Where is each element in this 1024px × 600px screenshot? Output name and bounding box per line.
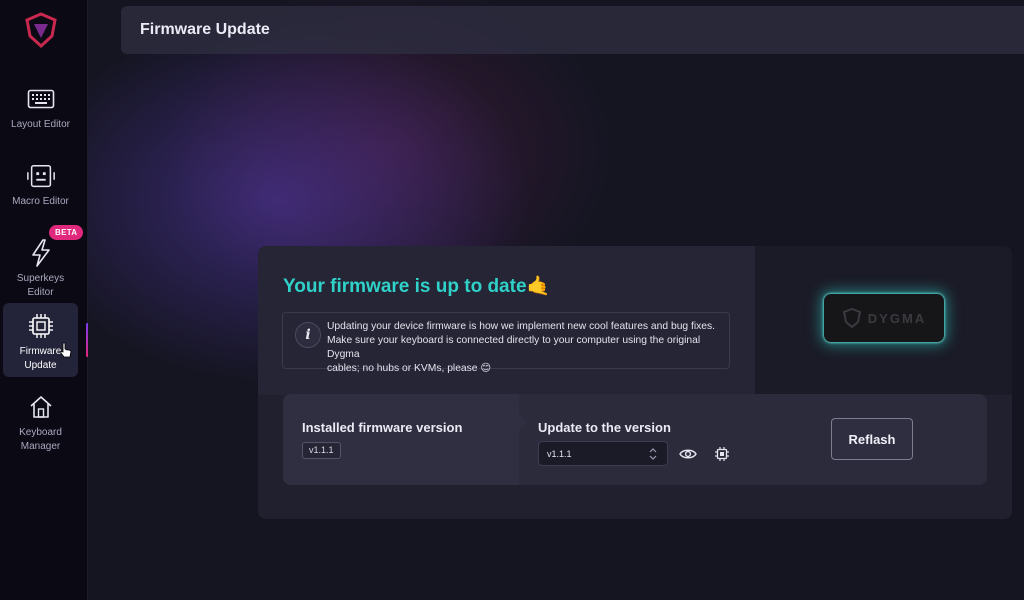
lightning-icon: [26, 238, 56, 268]
smile-emoji-icon: 😊: [480, 363, 492, 374]
dygma-logo-icon: [25, 12, 57, 48]
sidebar-item-firmware-update[interactable]: Firmware Update: [3, 303, 78, 377]
home-icon: [26, 392, 56, 422]
mouse-cursor-icon: [60, 342, 72, 358]
sidebar-item-label: Layout Editor: [11, 119, 70, 130]
installed-firmware-section: Installed firmware version v1.1.1: [283, 394, 527, 485]
eye-icon[interactable]: [678, 444, 698, 464]
reflash-button[interactable]: Reflash: [831, 418, 913, 460]
sidebar-item-label: Keyboard Manager: [19, 427, 62, 452]
firmware-card: Your firmware is up to date🤙 i Updating …: [258, 246, 1012, 519]
chip-icon: [26, 311, 56, 341]
beta-badge: BETA: [49, 225, 84, 240]
chevron-updown-icon: [649, 446, 657, 462]
status-title: Your firmware is up to date🤙: [283, 276, 551, 297]
selected-version: v1.1.1: [547, 448, 572, 459]
keyboard-icon: [26, 84, 56, 114]
sidebar-item-layout-editor[interactable]: Layout Editor: [3, 76, 78, 150]
info-box: i Updating your device firmware is how w…: [282, 312, 730, 374]
sidebar-item-macro-editor[interactable]: Macro Editor: [3, 153, 78, 227]
installed-version-tag: v1.1.1: [302, 442, 341, 459]
sidebar-item-keyboard-manager[interactable]: Keyboard Manager: [3, 384, 78, 458]
info-icon: i: [295, 322, 321, 348]
sidebar-item-superkeys-editor[interactable]: BETA Superkeys Editor: [3, 225, 84, 304]
page-header: Firmware Update: [121, 6, 1024, 54]
info-text: Updating your device firmware is how we …: [327, 321, 716, 374]
version-panel: Installed firmware version v1.1.1 Update…: [283, 394, 987, 485]
sidebar-item-label: Superkeys Editor: [16, 273, 65, 298]
status-section: Your firmware is up to date🤙 i Updating …: [258, 246, 755, 395]
sidebar-item-label: Macro Editor: [12, 196, 69, 207]
sidebar: Layout Editor Macro Editor BETA Superkey…: [0, 0, 88, 600]
firmware-chip-icon[interactable]: [712, 444, 732, 464]
hand-emoji-icon: 🤙: [526, 276, 551, 297]
keyboard-device-image: DYGMA: [824, 294, 944, 342]
version-select[interactable]: v1.1.1: [538, 441, 668, 466]
page-title: Firmware Update: [140, 21, 270, 38]
dygma-device-logo-icon: [842, 307, 861, 329]
device-name: DYGMA: [867, 310, 927, 326]
installed-firmware-title: Installed firmware version: [302, 420, 463, 435]
update-version-title: Update to the version: [538, 420, 671, 435]
macro-icon: [26, 161, 56, 191]
